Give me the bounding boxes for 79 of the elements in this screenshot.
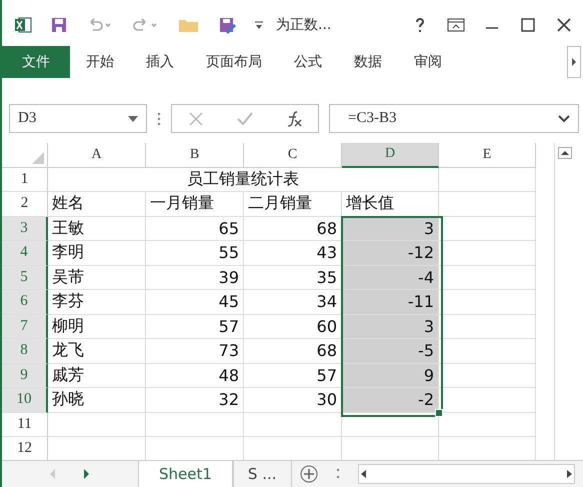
table-cell: 60 xyxy=(244,314,342,339)
row-header[interactable]: 8 xyxy=(2,339,48,364)
row-header[interactable]: 11 xyxy=(2,412,48,437)
table-cell: -11 xyxy=(342,290,439,314)
column-header[interactable]: D xyxy=(342,143,439,168)
table-cell: -2 xyxy=(342,388,439,412)
horizontal-scrollbar[interactable] xyxy=(358,464,575,484)
maximize-icon[interactable] xyxy=(519,16,537,34)
ribbon-scroll-button[interactable] xyxy=(567,46,581,78)
table-cell: 姓名 xyxy=(48,192,146,216)
row-header[interactable]: 4 xyxy=(2,241,48,266)
column-header[interactable]: B xyxy=(146,143,244,168)
table-cell: -5 xyxy=(342,339,439,364)
table-cell: 吴芾 xyxy=(48,266,146,290)
table-cell: -4 xyxy=(342,266,439,290)
window-title: 为正数... xyxy=(276,16,332,34)
table-cell: 二月销量 xyxy=(244,192,342,216)
checkmark-icon[interactable] xyxy=(236,110,254,128)
table-cell: -12 xyxy=(342,241,439,266)
table-cell: 32 xyxy=(146,388,244,412)
table-cell: 柳明 xyxy=(48,314,146,339)
table-cell: 孙晓 xyxy=(48,388,146,412)
formula-field[interactable]: =C3-B3 xyxy=(329,104,579,133)
row-header[interactable]: 3 xyxy=(2,216,48,241)
table-cell: 65 xyxy=(146,216,244,241)
table-cell: 李明 xyxy=(48,241,146,266)
save-edit-icon[interactable] xyxy=(218,16,236,34)
row-header[interactable]: 5 xyxy=(2,266,48,290)
ribbon-tab[interactable]: 文件 xyxy=(2,46,70,78)
ribbon-tab[interactable]: 页面布局 xyxy=(190,46,278,78)
save-icon[interactable] xyxy=(50,16,68,34)
scroll-left-icon[interactable] xyxy=(358,469,369,479)
chevron-down-icon[interactable] xyxy=(558,114,570,122)
caret-icon xyxy=(128,116,138,122)
row-header[interactable]: 9 xyxy=(2,364,48,388)
table-cell: 一月销量 xyxy=(146,192,244,216)
row-header[interactable]: 10 xyxy=(2,388,48,412)
next-sheet-icon[interactable] xyxy=(84,469,90,479)
scroll-right-icon[interactable] xyxy=(564,469,574,479)
table-cell: 48 xyxy=(146,364,244,388)
table-cell: 57 xyxy=(146,314,244,339)
row-header[interactable]: 1 xyxy=(2,168,48,192)
table-cell: 李芬 xyxy=(48,290,146,314)
ribbon-display-icon[interactable] xyxy=(447,16,465,34)
table-cell: 3 xyxy=(342,216,439,241)
table-cell: 3 xyxy=(342,314,439,339)
row-header[interactable]: 2 xyxy=(2,192,48,216)
scroll-up-icon[interactable] xyxy=(558,147,572,159)
name-box[interactable]: D3 xyxy=(9,104,147,133)
drag-handle-icon[interactable] xyxy=(336,467,340,481)
triangle-icon xyxy=(32,152,44,164)
table-cell: 35 xyxy=(244,266,342,290)
table-cell: 57 xyxy=(244,364,342,388)
table-cell: 73 xyxy=(146,339,244,364)
table-title: 员工销量统计表 xyxy=(48,168,439,192)
column-header[interactable]: E xyxy=(439,143,536,168)
ribbon-tab[interactable]: 公式 xyxy=(278,46,338,78)
table-cell: 39 xyxy=(146,266,244,290)
spreadsheet-logo-icon[interactable] xyxy=(14,16,32,34)
sheet-tab[interactable]: S ... xyxy=(232,461,292,487)
table-cell: 68 xyxy=(244,216,342,241)
row-header[interactable]: 7 xyxy=(2,314,48,339)
table-cell: 王敏 xyxy=(48,216,146,241)
sheet-tab[interactable]: Sheet1 xyxy=(138,461,233,487)
ribbon-tab[interactable]: 数据 xyxy=(338,46,398,78)
ribbon-tab[interactable]: 开始 xyxy=(70,46,130,78)
table-cell: 9 xyxy=(342,364,439,388)
add-sheet-icon[interactable] xyxy=(300,465,318,483)
ribbon-tab[interactable]: 审阅 xyxy=(398,46,458,78)
close-icon[interactable] xyxy=(555,16,573,34)
table-cell: 龙飞 xyxy=(48,339,146,364)
table-cell: 55 xyxy=(146,241,244,266)
table-cell: 戚芳 xyxy=(48,364,146,388)
column-header[interactable]: C xyxy=(244,143,342,168)
column-header[interactable]: A xyxy=(48,143,146,168)
caret-icon xyxy=(571,58,577,66)
ribbon-tab[interactable]: 插入 xyxy=(130,46,190,78)
table-cell: 45 xyxy=(146,290,244,314)
row-header[interactable]: 6 xyxy=(2,290,48,314)
